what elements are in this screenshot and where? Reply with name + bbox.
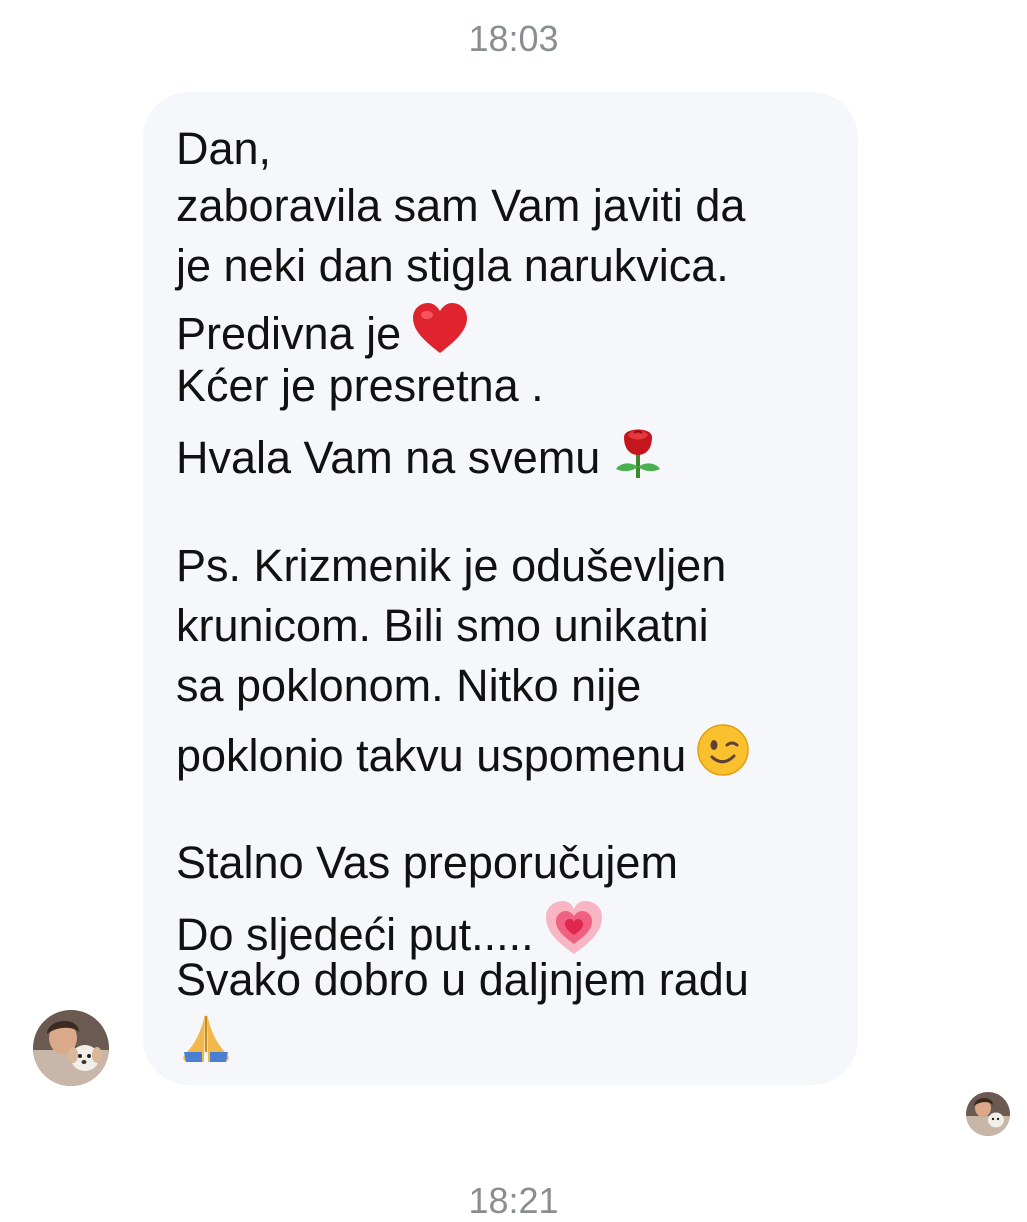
- message-line-11: Stalno Vas preporučujem: [176, 837, 678, 888]
- message-line-2: zaboravila sam Vam javiti da: [176, 180, 746, 231]
- message-line-12-text: Do sljedeći put.....: [176, 909, 534, 960]
- message-line-8: krunicom. Bili smo unikatni: [176, 600, 709, 651]
- sender-avatar[interactable]: [33, 1010, 109, 1086]
- red-heart-icon: [411, 303, 469, 355]
- message-line-5: Kćer je presretna .: [176, 360, 544, 411]
- growing-heart-icon: [544, 900, 604, 956]
- message-line-7: Ps. Krizmenik je oduševljen: [176, 540, 727, 591]
- message-line-1: Dan,: [176, 123, 272, 174]
- message-line-12: Do sljedeći put.....: [176, 900, 604, 957]
- message-line-4: Predivna je: [176, 303, 469, 356]
- message-line-3: je neki dan stigla narukvica.: [176, 240, 729, 291]
- message-line-9: sa poklonom. Nitko nije: [176, 660, 642, 711]
- seen-receipt-avatar: [966, 1092, 1010, 1136]
- message-line-13: Svako dobro u daljnjem radu: [176, 954, 749, 1005]
- message-line-6-text: Hvala Vam na svemu: [176, 432, 601, 483]
- timestamp-bottom: 18:21: [468, 1180, 559, 1221]
- timestamp-top: 18:03: [468, 18, 559, 59]
- message-line-4-text: Predivna je: [176, 308, 402, 359]
- message-line-6: Hvala Vam na svemu: [176, 423, 666, 480]
- message-line-10: poklonio takvu uspomenu: [176, 723, 750, 778]
- message-line-10-text: poklonio takvu uspomenu: [176, 730, 687, 781]
- winking-face-icon: [696, 723, 750, 777]
- rose-icon: [610, 423, 666, 479]
- folded-hands-icon: [176, 1010, 236, 1071]
